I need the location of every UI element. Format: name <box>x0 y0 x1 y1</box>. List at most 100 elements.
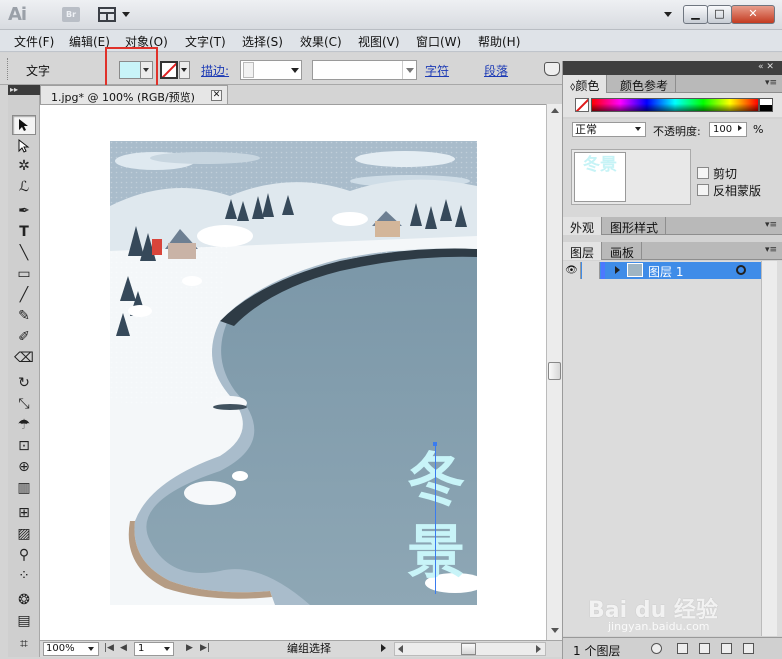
type-tool-icon[interactable]: T <box>12 222 36 242</box>
clip-checkbox[interactable] <box>697 167 709 179</box>
style-dropdown[interactable] <box>312 60 417 80</box>
layer-row[interactable]: 👁 图层 1 <box>563 262 761 279</box>
eraser-tool-icon[interactable]: ⌫ <box>12 348 36 368</box>
scale-tool-icon[interactable]: ⤡ <box>12 394 36 414</box>
black-white-swatch[interactable] <box>759 98 773 112</box>
artboard-number-dropdown[interactable]: 1 <box>134 642 174 656</box>
rectangle-tool-icon[interactable]: ▭ <box>12 264 36 284</box>
blob-brush-tool-icon[interactable]: ✐ <box>12 327 36 347</box>
selection-tool-icon[interactable] <box>12 115 36 135</box>
gradient-tool-icon[interactable]: ▨ <box>12 524 36 544</box>
symbol-sprayer-tool-icon[interactable]: ❂ <box>12 590 36 610</box>
panel-dock-header[interactable]: « ✕ <box>563 61 782 75</box>
stepper-icon[interactable] <box>243 62 254 78</box>
expand-layer-icon[interactable] <box>615 266 620 274</box>
collapse-panels-icon[interactable]: « ✕ <box>758 62 774 72</box>
stroke-dropdown-button[interactable] <box>179 61 190 79</box>
tab-layers[interactable]: 图层 <box>563 242 603 260</box>
panel-menu-icon[interactable]: ▾≡ <box>765 220 777 230</box>
maximize-button[interactable]: □ <box>707 5 732 24</box>
toolbar-header[interactable]: ▸▸ <box>8 85 40 95</box>
tab-appearance[interactable]: 外观 <box>563 217 603 235</box>
menu-effect[interactable]: 效果(C) <box>300 33 342 50</box>
stroke-weight-field[interactable] <box>240 60 302 80</box>
none-color-swatch[interactable] <box>575 98 589 112</box>
tab-graphic-styles[interactable]: 图形样式 <box>603 217 667 235</box>
horizontal-scrollbar[interactable] <box>394 642 546 656</box>
menu-edit[interactable]: 编辑(E) <box>69 33 110 50</box>
menu-select[interactable]: 选择(S) <box>242 33 283 50</box>
rotate-tool-icon[interactable]: ↻ <box>12 373 36 393</box>
paintbrush-tool-icon[interactable]: ╱ <box>12 285 36 305</box>
color-spectrum-bar[interactable] <box>591 98 759 112</box>
lasso-tool-icon[interactable]: ℒ <box>12 177 36 197</box>
bridge-button[interactable]: Br <box>62 7 80 22</box>
scroll-thumb[interactable] <box>461 643 476 655</box>
paragraph-panel-link[interactable]: 段落 <box>484 62 508 79</box>
next-artboard-icon[interactable]: ▶ <box>186 643 193 653</box>
layer-name[interactable]: 图层 1 <box>648 263 683 280</box>
tab-color-guide[interactable]: 颜色参考 <box>613 75 677 93</box>
warp-tool-icon[interactable]: ☂ <box>12 415 36 435</box>
minimize-button[interactable]: ▁ <box>683 5 708 24</box>
character-panel-link[interactable]: 字符 <box>425 62 449 79</box>
canvas-area[interactable]: 冬 景 <box>40 104 546 640</box>
grip-handle[interactable] <box>7 58 10 80</box>
blend-mode-dropdown[interactable]: 正常 <box>572 122 646 137</box>
zoom-dropdown[interactable]: 100% <box>43 642 99 656</box>
mesh-tool-icon[interactable]: ⊞ <box>12 503 36 523</box>
column-graph-tool-icon[interactable]: ▤ <box>12 611 36 631</box>
pen-tool-icon[interactable]: ✒ <box>12 201 36 221</box>
first-artboard-icon[interactable]: |◀ <box>104 643 114 653</box>
status-menu-arrow[interactable] <box>381 644 386 652</box>
tab-color[interactable]: ⬨颜色 <box>563 75 608 93</box>
close-button[interactable]: ✕ <box>731 5 775 24</box>
menu-help[interactable]: 帮助(H) <box>478 33 520 50</box>
panel-menu-icon[interactable]: ▾≡ <box>765 245 777 255</box>
magic-wand-tool-icon[interactable]: ✲ <box>12 156 36 176</box>
blend-tool-icon[interactable]: ⁘ <box>12 566 36 586</box>
free-transform-tool-icon[interactable]: ⊡ <box>12 436 36 456</box>
menu-type[interactable]: 文字(T) <box>185 33 226 50</box>
eye-icon[interactable]: 👁 <box>563 262 581 279</box>
scroll-down-arrow[interactable] <box>551 628 559 633</box>
object-thumbnail[interactable]: 冬景 <box>574 152 626 202</box>
scroll-left-arrow[interactable] <box>398 645 403 653</box>
previous-artboard-icon[interactable]: ◀ <box>120 643 127 653</box>
workspace-menu-arrow[interactable] <box>664 12 672 17</box>
new-layer-icon[interactable] <box>721 643 732 654</box>
last-artboard-icon[interactable]: ▶| <box>200 643 210 653</box>
panel-menu-icon[interactable]: ▾≡ <box>765 78 777 88</box>
new-sublayer-icon[interactable] <box>699 643 710 654</box>
trash-icon[interactable] <box>743 643 754 654</box>
close-tab-icon[interactable]: ✕ <box>211 90 222 101</box>
menu-file[interactable]: 文件(F) <box>14 33 54 50</box>
scroll-thumb[interactable] <box>548 362 561 380</box>
line-tool-icon[interactable]: ╲ <box>12 243 36 263</box>
envelope-distort-icon[interactable] <box>544 62 560 76</box>
scroll-right-arrow[interactable] <box>536 645 541 653</box>
opacity-slider-arrow[interactable] <box>738 125 742 131</box>
invert-mask-checkbox[interactable] <box>697 184 709 196</box>
lock-toggle[interactable] <box>582 262 600 279</box>
direct-selection-tool-icon[interactable] <box>12 136 36 156</box>
status-text[interactable]: 编组选择 <box>232 642 386 656</box>
layers-scrollbar[interactable] <box>761 261 777 636</box>
menu-window[interactable]: 窗口(W) <box>416 33 461 50</box>
graph-tool-icon[interactable]: ▥ <box>12 478 36 498</box>
tab-artboards[interactable]: 画板 <box>603 242 643 260</box>
make-clipping-mask-icon[interactable] <box>677 643 688 654</box>
locate-object-icon[interactable] <box>651 643 662 654</box>
layer-target-icon[interactable] <box>736 265 746 275</box>
artwork-title-text[interactable]: 冬 景 <box>396 444 476 588</box>
arrange-documents-button[interactable] <box>98 6 132 23</box>
eyedropper-tool-icon[interactable]: ⚲ <box>12 545 36 565</box>
stroke-none-swatch[interactable] <box>160 61 178 79</box>
shape-builder-tool-icon[interactable]: ⊕ <box>12 457 36 477</box>
stroke-label-link[interactable]: 描边: <box>201 62 229 79</box>
vertical-scrollbar[interactable] <box>546 104 562 640</box>
artboard-tool-icon[interactable]: ⌗ <box>12 634 36 654</box>
pencil-tool-icon[interactable]: ✎ <box>12 306 36 326</box>
document-tab[interactable]: 1.jpg* @ 100% (RGB/预览) ✕ <box>40 85 228 104</box>
scroll-up-arrow[interactable] <box>551 108 559 113</box>
